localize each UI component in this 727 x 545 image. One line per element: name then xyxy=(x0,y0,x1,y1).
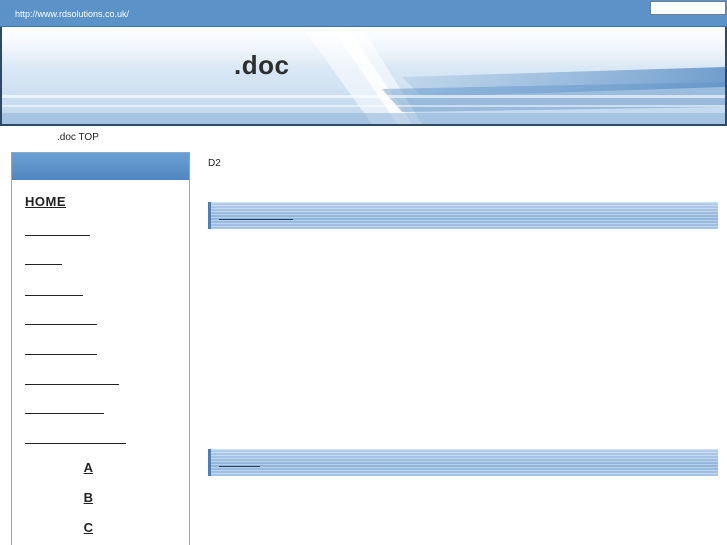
sidebar-item-8[interactable] xyxy=(25,402,104,414)
page: http://www.rdsolutions.co.uk/ .doc .doc … xyxy=(0,0,727,545)
banner-graphic xyxy=(2,27,725,124)
top-url-bar: http://www.rdsolutions.co.uk/ xyxy=(0,0,727,27)
section-header-1 xyxy=(208,202,718,229)
sidebar: HOME A B C xyxy=(11,152,190,545)
content-label: D2 xyxy=(208,158,221,169)
sidebar-item-b[interactable]: B xyxy=(25,490,93,505)
section-2-link[interactable] xyxy=(219,455,260,467)
sidebar-item-3[interactable] xyxy=(25,253,62,265)
section-header-2 xyxy=(208,449,718,476)
sidebar-item-6[interactable] xyxy=(25,343,97,355)
breadcrumb: .doc TOP xyxy=(57,132,99,143)
site-url-link[interactable]: http://www.rdsolutions.co.uk/ xyxy=(15,9,129,19)
header-banner: .doc xyxy=(0,27,727,126)
sidebar-item-a[interactable]: A xyxy=(25,460,93,475)
sidebar-item-home[interactable]: HOME xyxy=(25,194,66,209)
sidebar-item-9[interactable] xyxy=(25,432,126,444)
banner-title: .doc xyxy=(234,50,290,80)
sidebar-item-c[interactable]: C xyxy=(25,520,93,535)
search-input[interactable] xyxy=(650,1,726,15)
sidebar-item-5[interactable] xyxy=(25,313,97,325)
breadcrumb-top-link[interactable]: .doc TOP xyxy=(57,132,99,143)
section-1-link[interactable] xyxy=(219,208,293,220)
sidebar-item-2[interactable] xyxy=(25,224,90,236)
sidebar-item-7[interactable] xyxy=(25,373,119,385)
sidebar-header xyxy=(12,153,189,180)
sidebar-item-4[interactable] xyxy=(25,284,83,296)
